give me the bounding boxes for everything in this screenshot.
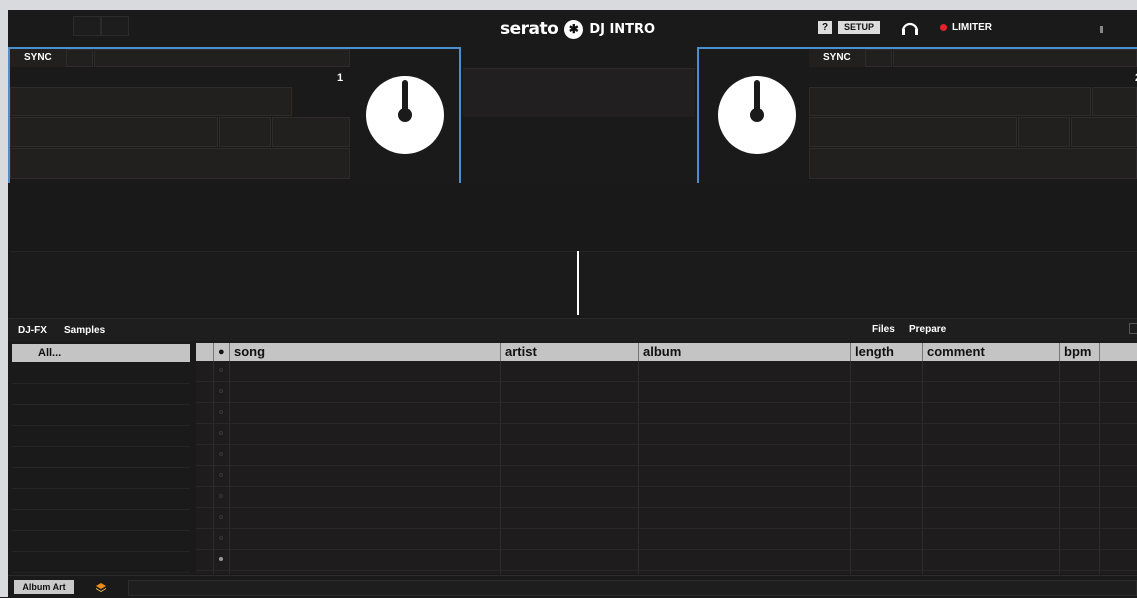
library-toolbar [8,318,1137,341]
view-mode-button-2[interactable] [101,16,129,36]
crate-item-all[interactable]: All... [12,344,190,362]
table-row[interactable] [196,361,1137,382]
column-header-spacer [196,343,213,361]
serato-emblem-icon: ✱ [564,19,584,39]
center-display [463,68,695,117]
left-deck-key-cell [66,49,93,67]
mixer-center-panel [463,47,695,183]
right-platter[interactable] [718,76,796,154]
column-header-extra[interactable] [1099,343,1133,361]
crate-row[interactable] [12,384,190,405]
album-art-button[interactable]: Album Art [14,580,74,594]
help-button[interactable]: ? [818,21,832,34]
column-header-song[interactable]: song [229,343,500,361]
column-header-bpm[interactable]: bpm [1059,343,1099,361]
crate-row[interactable] [12,405,190,426]
right-extra-cell [1092,87,1137,116]
table-row[interactable] [196,550,1137,571]
table-row[interactable] [196,529,1137,550]
product-name: DJ INTRO [589,21,656,37]
left-overview-cell [10,148,350,179]
column-header-comment[interactable]: comment [922,343,1059,361]
table-row[interactable] [196,382,1137,403]
table-row[interactable] [196,487,1137,508]
table-row[interactable] [196,445,1137,466]
crate-row[interactable] [12,447,190,468]
crate-row[interactable] [12,510,190,531]
tab-dj-fx[interactable]: DJ-FX [18,325,47,336]
column-header-album[interactable]: album [638,343,850,361]
right-bpm-cell [1018,117,1070,147]
tab-samples[interactable]: Samples [64,325,105,336]
left-platter[interactable] [366,76,444,154]
left-bpm-cell [219,117,271,147]
right-pitch-cell [1071,117,1137,147]
playhead-marker [577,251,579,315]
crate-row[interactable] [12,426,190,447]
limiter-indicator: LIMITER [940,22,992,33]
right-track-title-cell [893,49,1137,67]
tab-files[interactable]: Files [872,324,895,335]
table-row[interactable] [196,424,1137,445]
window-frame-left [0,0,8,597]
column-header-indicator[interactable]: ● [213,343,229,361]
crate-row[interactable] [12,489,190,510]
crate-stack-icon[interactable] [95,582,107,593]
row-status-dot [219,368,223,372]
right-deck-number: 2 [1131,71,1137,85]
right-deck-key-cell [865,49,892,67]
crate-row[interactable] [12,363,190,384]
options-handle[interactable] [1100,26,1103,33]
view-mode-button-1[interactable] [73,16,101,36]
row-status-dot [219,452,223,456]
search-input[interactable] [128,580,1137,596]
right-artist-cell [809,87,1091,116]
window-frame-top [0,0,1137,10]
setup-button[interactable]: SETUP [838,21,880,34]
right-platter-center [750,108,764,122]
limiter-status-dot [940,24,947,31]
row-status-dot [219,431,223,435]
crate-row[interactable] [12,531,190,552]
main-waveform[interactable] [10,251,1137,316]
table-row[interactable] [196,508,1137,529]
row-status-dot [219,536,223,540]
app-logo: serato ✱ DJ INTRO [500,19,655,39]
right-time-cell [809,117,1017,147]
panel-toggle-icon[interactable] [1129,323,1137,334]
crate-row[interactable] [12,552,190,573]
headphones-icon[interactable] [900,17,920,37]
left-track-title-cell [94,49,350,67]
limiter-label: LIMITER [952,22,992,33]
row-status-dot [219,389,223,393]
left-deck-number: 1 [333,71,347,85]
table-row[interactable] [196,466,1137,487]
left-platter-center [398,108,412,122]
right-overview-cell [809,148,1137,179]
row-status-dot [219,494,223,498]
column-header-length[interactable]: length [850,343,922,361]
tab-prepare[interactable]: Prepare [909,324,946,335]
row-status-dot [219,410,223,414]
left-pitch-cell [272,117,350,147]
row-status-dot [219,515,223,519]
crate-row[interactable] [12,468,190,489]
table-row[interactable] [196,403,1137,424]
row-status-dot [219,473,223,477]
brand-text: serato [500,19,559,39]
left-time-cell [10,117,218,147]
row-status-dot-filled [219,557,223,561]
left-artist-cell [10,87,292,116]
column-header-artist[interactable]: artist [500,343,638,361]
